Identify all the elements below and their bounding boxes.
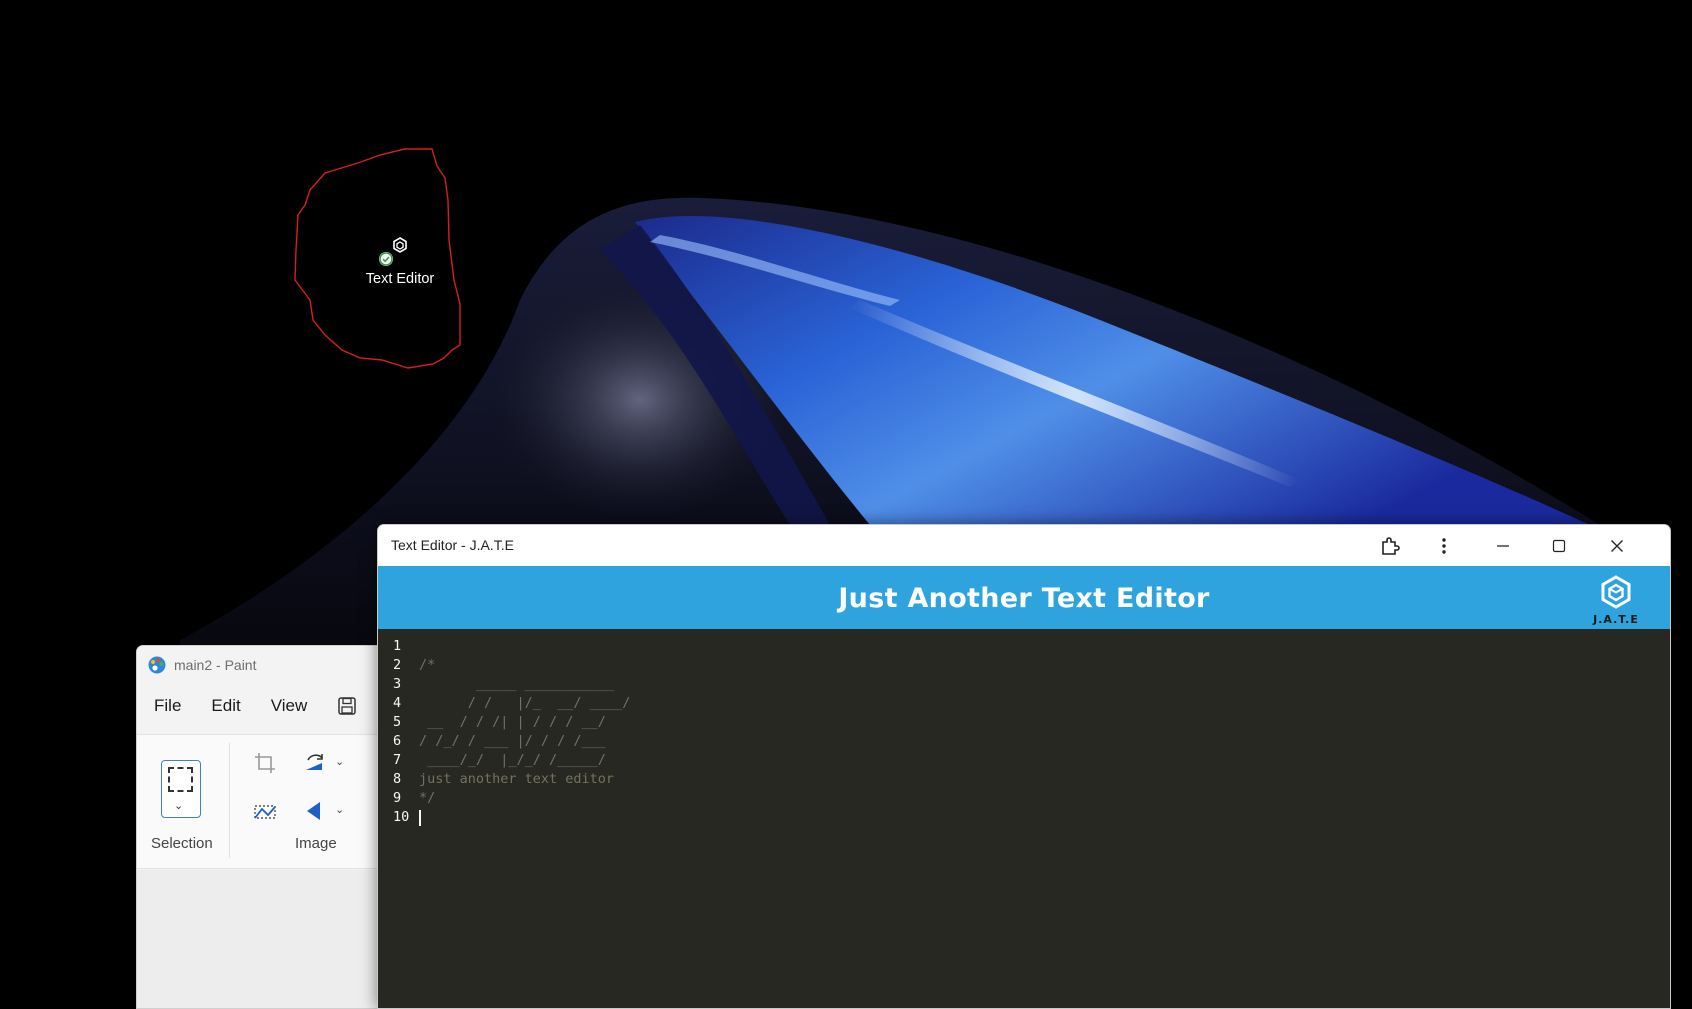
crop-icon[interactable]	[252, 750, 278, 776]
line-number: 2	[393, 657, 402, 673]
window-title: Text Editor - J.A.T.E	[391, 537, 514, 553]
line-number: 5	[393, 714, 402, 730]
minimize-button[interactable]	[1479, 525, 1527, 566]
text-editor-window[interactable]: Text Editor - J.A.T.E Just Another Text …	[377, 524, 1671, 1009]
desktop: Text Editor main2 - Paint File Edit View	[0, 0, 1692, 1009]
line-text[interactable]: _____ ___________	[419, 675, 614, 694]
minimize-icon	[1497, 544, 1509, 547]
code-line[interactable]: 2 /*	[378, 656, 1670, 675]
paint-canvas-area[interactable]	[137, 870, 395, 1008]
code-line[interactable]: 8 just another text editor	[378, 770, 1670, 789]
group-label-image: Image	[295, 835, 337, 852]
line-number: 1	[393, 638, 402, 654]
extensions-icon	[1382, 536, 1400, 555]
chevron-down-icon: ⌄	[174, 800, 184, 812]
code-editor[interactable]: 1 2/* 3 _____ ___________ 4 / / |/_ __/ ___…	[378, 629, 1670, 1008]
flip-icon[interactable]	[302, 798, 328, 824]
app-header: Just Another Text Editor J.A.T.E	[378, 566, 1670, 629]
text-editor-shortcut[interactable]: Text Editor	[348, 232, 452, 292]
flip-dropdown-icon[interactable]: ⌄	[335, 803, 344, 816]
paint-ribbon: ⌄ Selection ⌄ ⌄ Image	[137, 734, 395, 869]
maximize-icon	[1552, 539, 1566, 552]
jate-logo: J.A.T.E	[1584, 573, 1648, 627]
menu-view[interactable]: View	[271, 696, 308, 716]
extensions-button[interactable]	[1366, 525, 1414, 566]
resize-icon[interactable]	[252, 798, 278, 824]
rotate-icon[interactable]	[302, 750, 328, 776]
code-line[interactable]: 4 / / |/_ __/ ____/	[378, 694, 1670, 713]
line-number: 6	[393, 733, 402, 749]
code-line[interactable]: 3 _____ ___________	[378, 675, 1670, 694]
paint-title: main2 - Paint	[174, 657, 257, 673]
editor-titlebar[interactable]: Text Editor - J.A.T.E	[378, 525, 1670, 566]
code-line[interactable]: 9 */	[378, 789, 1670, 808]
group-label-selection: Selection	[151, 835, 213, 852]
more-options-button[interactable]	[1420, 525, 1468, 566]
logo-text: J.A.T.E	[1593, 613, 1639, 626]
code-line[interactable]: 5 __ / / /| | / / / __/	[378, 713, 1670, 732]
line-number: 7	[393, 752, 402, 768]
line-number: 8	[393, 771, 402, 787]
jate-logo-icon	[1601, 575, 1631, 609]
selection-rectangle-icon	[168, 767, 193, 792]
jate-app-icon	[393, 237, 407, 253]
rotate-dropdown-icon[interactable]: ⌄	[335, 755, 344, 768]
selection-button[interactable]: ⌄	[161, 760, 201, 818]
ribbon-divider	[229, 743, 230, 858]
paint-palette-icon	[148, 656, 166, 674]
paint-window[interactable]: main2 - Paint File Edit View ⌄ Selection	[136, 645, 396, 1009]
close-icon	[1611, 539, 1623, 552]
code-line[interactable]: 6 / /_/ / ___ |/ / / /___	[378, 732, 1670, 751]
line-text[interactable]: just another text editor	[419, 770, 614, 789]
app-title: Just Another Text Editor	[838, 583, 1210, 614]
text-cursor	[419, 810, 421, 826]
code-line[interactable]: 10	[378, 808, 1670, 827]
line-number: 9	[393, 790, 402, 806]
line-number: 10	[393, 809, 410, 825]
line-text[interactable]: /*	[419, 656, 435, 675]
more-options-icon	[1442, 537, 1446, 554]
line-number: 3	[393, 676, 402, 692]
code-line[interactable]: 1	[378, 637, 1670, 656]
shortcut-label: Text Editor	[365, 271, 435, 287]
synced-check-icon	[379, 252, 393, 266]
save-icon[interactable]	[337, 696, 357, 716]
menu-edit[interactable]: Edit	[211, 696, 240, 716]
line-number: 4	[393, 695, 402, 711]
menu-file[interactable]: File	[154, 696, 181, 716]
close-button[interactable]	[1593, 525, 1641, 566]
code-line[interactable]: 7 ____/_/ |_/_/ /_____/	[378, 751, 1670, 770]
line-text[interactable]: / / |/_ __/ ____/	[419, 694, 631, 713]
maximize-button[interactable]	[1535, 525, 1583, 566]
line-text[interactable]: / /_/ / ___ |/ / / /___	[419, 732, 606, 751]
line-text[interactable]: __ / / /| | / / / __/	[419, 713, 606, 732]
line-text[interactable]: */	[419, 789, 435, 808]
paint-titlebar[interactable]: main2 - Paint	[137, 646, 395, 684]
line-text[interactable]: ____/_/ |_/_/ /_____/	[419, 751, 606, 770]
paint-menubar: File Edit View	[137, 684, 395, 728]
